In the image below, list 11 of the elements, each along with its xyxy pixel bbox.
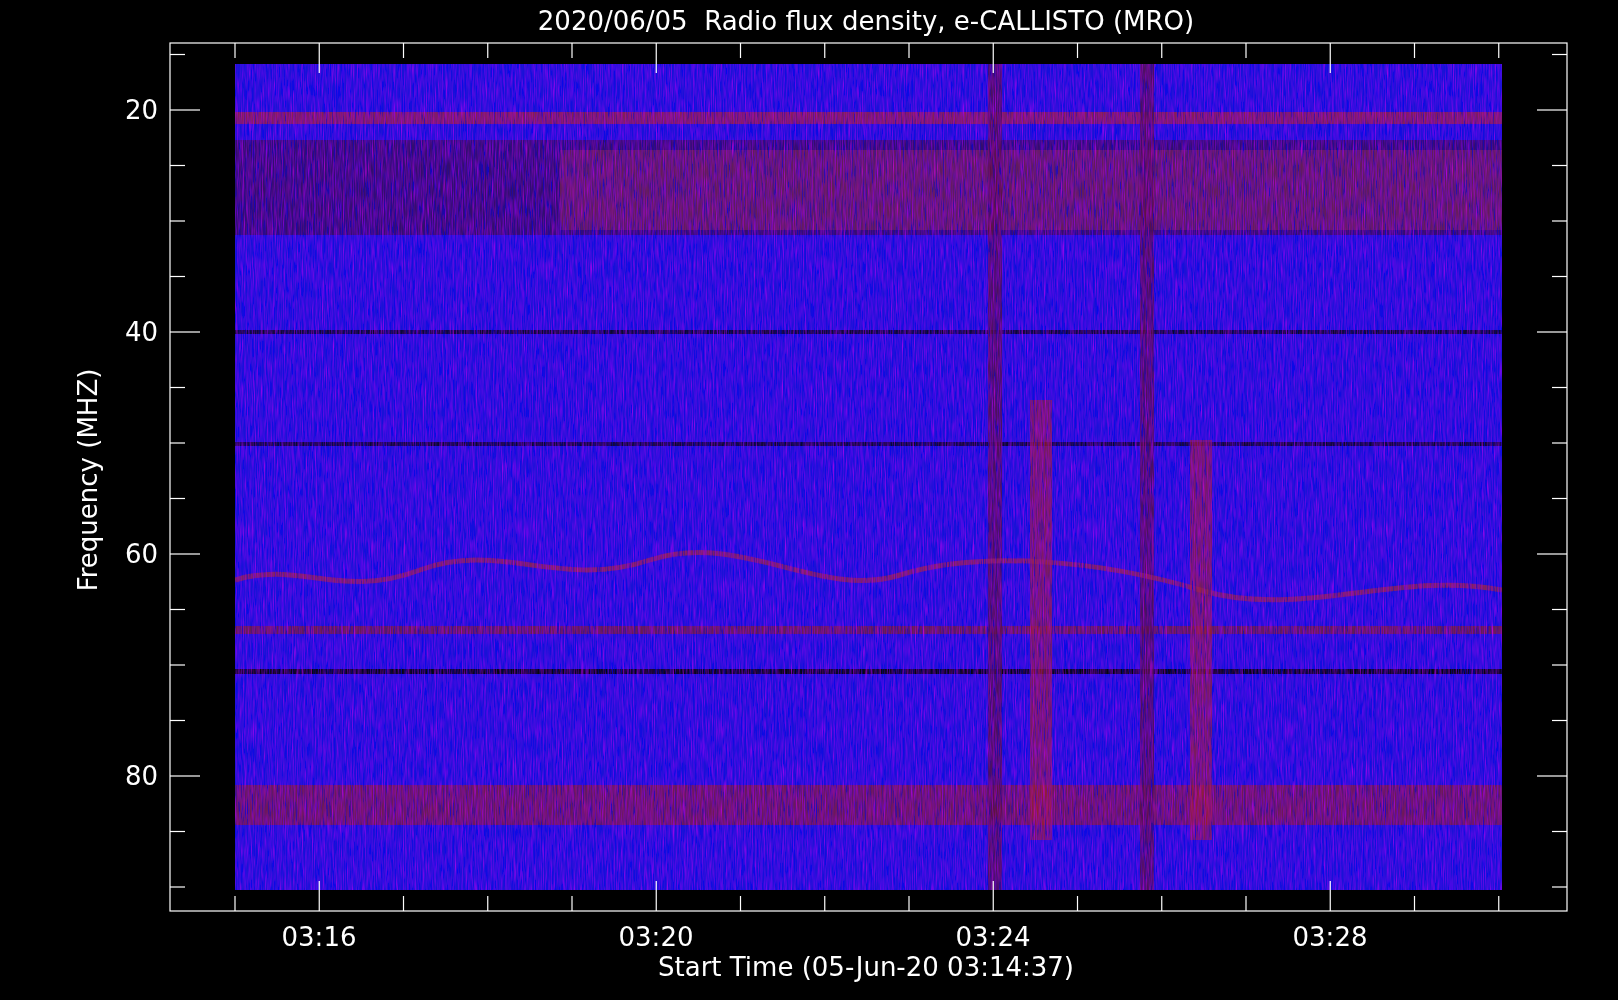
axis-title: Start Time (05-Jun-20 03:14:37) xyxy=(658,952,1074,982)
tick-label: 03:28 xyxy=(1292,922,1368,952)
tick-label: 40 xyxy=(124,317,158,347)
tick-label: 60 xyxy=(124,539,158,569)
tick-label: 03:24 xyxy=(955,922,1031,952)
tick-label: 80 xyxy=(124,761,158,791)
tick-label: 20 xyxy=(124,95,158,125)
tick-label: 03:16 xyxy=(281,922,357,952)
chart-title: 2020/06/05 Radio flux density, e-CALLISTO (MRO) xyxy=(537,6,1195,36)
axis-title: Frequency (MHZ) xyxy=(73,368,103,592)
tick-label: 03:20 xyxy=(618,922,694,952)
